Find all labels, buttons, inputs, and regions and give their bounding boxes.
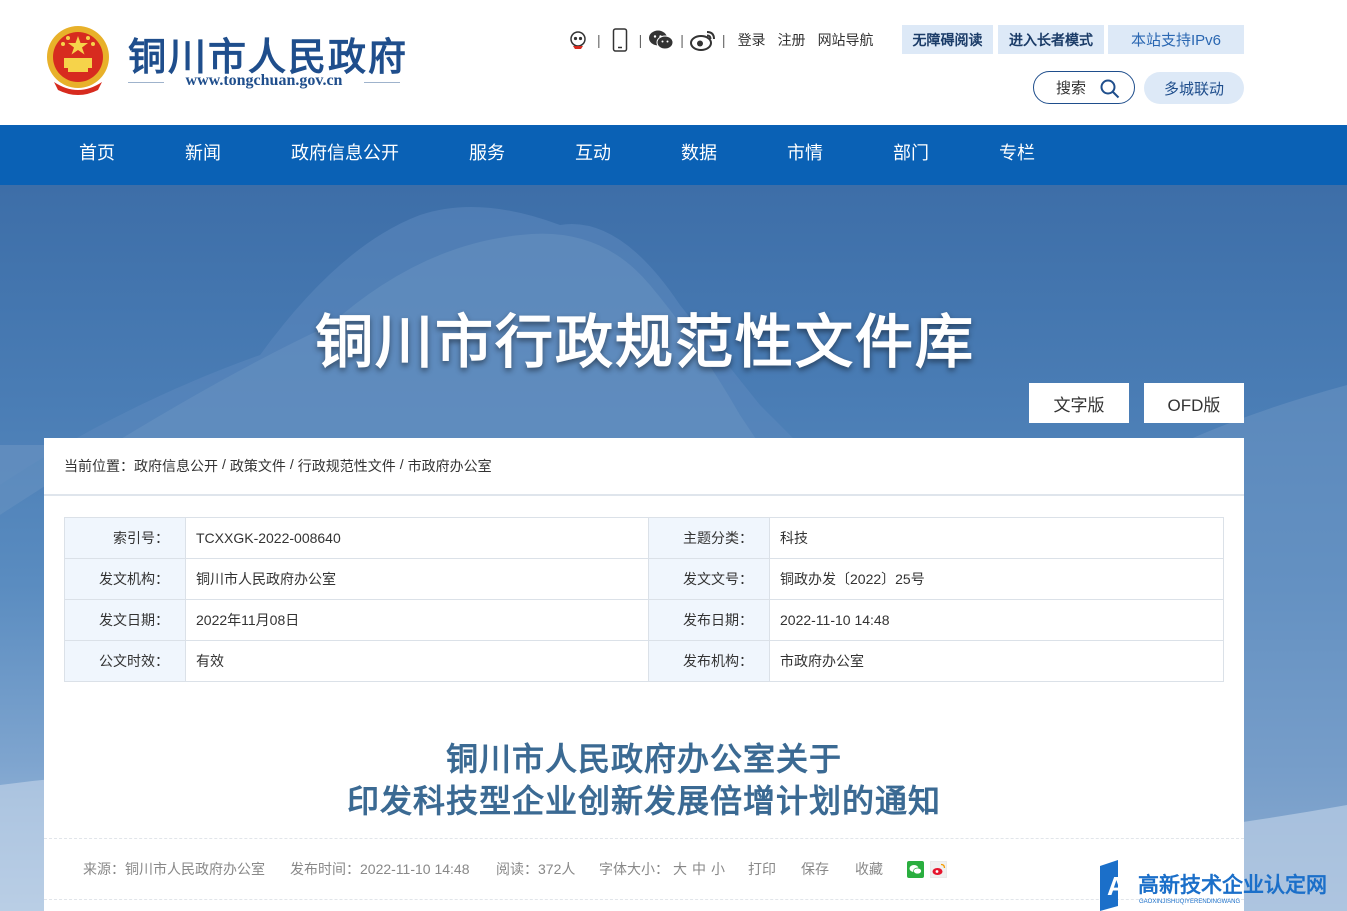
table-row: 发文机构： 铜川市人民政府办公室 发文文号： 铜政办发〔2022〕25号 (64, 558, 1224, 600)
meta-value: 2022年11月08日 (185, 599, 649, 641)
svg-text:A: A (1107, 871, 1126, 901)
top-link-bar: | | | | 登录 注册 网站导航 (565, 26, 880, 54)
nav-item-home[interactable]: 首页 (79, 125, 115, 185)
search-button[interactable]: 搜索 (1033, 71, 1135, 104)
watermark-subtext: GAOXINJISHUQIYERENDINGWANG (1139, 899, 1240, 905)
separator: | (721, 32, 726, 48)
nav-item-data[interactable]: 数据 (681, 125, 717, 185)
weibo-icon[interactable] (689, 27, 716, 53)
nav-item-interaction[interactable]: 互动 (575, 125, 611, 185)
publish-time: 发布时间：2022-11-10 14:48 (290, 861, 470, 877)
ipv6-badge: 本站支持IPv6 (1108, 25, 1244, 54)
breadcrumb-item[interactable]: 行政规范性文件 (298, 456, 396, 476)
meta-key: 发布日期： (648, 599, 770, 641)
separator: | (680, 32, 684, 48)
nav-item-departments[interactable]: 部门 (893, 125, 929, 185)
save-button[interactable]: 保存 (801, 859, 829, 879)
banner-title: 铜川市行政规范性文件库 (314, 310, 975, 375)
content-panel: 当前位置： 政府信息公开 / 政策文件 / 行政规范性文件 / 市政府办公室 索… (44, 438, 1244, 911)
main-nav: 首页 新闻 政府信息公开 服务 互动 数据 市情 部门 专栏 (0, 125, 1347, 185)
table-row: 索引号： TCXXGK-2022-008640 主题分类： 科技 (64, 517, 1224, 559)
font-large-button[interactable]: 大 (673, 859, 687, 879)
search-label: 搜索 (1056, 80, 1087, 97)
table-row: 发文日期： 2022年11月08日 发布日期： 2022-11-10 14:48 (64, 599, 1224, 641)
meta-value: 科技 (769, 517, 1224, 559)
nav-item-columns[interactable]: 专栏 (999, 125, 1035, 185)
site-header: 铜川市人民政府 www.tongchuan.gov.cn | | | | 登录 … (0, 0, 1347, 125)
validity-status: 有效 (185, 640, 649, 682)
watermark-logo: A 高新技术企业认定网 GAOXINJISHUQIYERENDINGWANG (1100, 860, 1327, 911)
font-small-button[interactable]: 小 (711, 859, 725, 879)
article-info-bar: 来源：铜川市人民政府办公室 发布时间：2022-11-10 14:48 阅读：3… (44, 838, 1244, 900)
meta-key: 发文日期： (64, 599, 186, 641)
breadcrumb-separator: / (399, 456, 404, 472)
login-link[interactable]: 登录 (738, 30, 766, 50)
meta-value: TCXXGK-2022-008640 (185, 517, 649, 559)
meta-value: 市政府办公室 (769, 640, 1224, 682)
document-title: 铜川市人民政府办公室关于 印发科技型企业创新发展倍增计划的通知 (44, 738, 1244, 822)
divider (364, 82, 400, 83)
meta-value: 铜川市人民政府办公室 (185, 558, 649, 600)
site-url: www.tongchuan.gov.cn (185, 72, 343, 89)
multi-city-button[interactable]: 多城联动 (1144, 72, 1244, 104)
meta-key: 公文时效： (64, 640, 186, 682)
mobile-icon[interactable] (607, 27, 633, 53)
meta-key: 索引号： (64, 517, 186, 559)
breadcrumb-divider (44, 494, 1244, 496)
register-link[interactable]: 注册 (778, 30, 806, 50)
nav-item-city-info[interactable]: 市情 (787, 125, 823, 185)
meta-key: 主题分类： (648, 517, 770, 559)
breadcrumb-separator: / (222, 456, 226, 472)
watermark-text: 高新技术企业认定网 (1138, 873, 1327, 897)
font-size-label: 字体大小： (599, 861, 669, 877)
text-version-button[interactable]: 文字版 (1029, 383, 1129, 423)
nav-item-services[interactable]: 服务 (469, 125, 505, 185)
breadcrumb-prefix: 当前位置： (64, 458, 134, 474)
meta-key: 发布机构： (648, 640, 770, 682)
print-button[interactable]: 打印 (748, 859, 776, 879)
table-row: 公文时效： 有效 发布机构： 市政府办公室 (64, 640, 1224, 682)
document-title-line: 铜川市人民政府办公室关于 (445, 741, 842, 777)
nav-item-news[interactable]: 新闻 (185, 125, 221, 185)
site-nav-link[interactable]: 网站导航 (818, 30, 874, 50)
ofd-version-button[interactable]: OFD版 (1144, 383, 1244, 423)
favorite-button[interactable]: 收藏 (855, 859, 883, 879)
separator: | (597, 32, 601, 48)
document-meta-table: 索引号： TCXXGK-2022-008640 主题分类： 科技 发文机构： 铜… (64, 517, 1224, 682)
weibo-share-icon[interactable] (930, 861, 947, 878)
meta-key: 发文文号： (648, 558, 770, 600)
breadcrumb-item[interactable]: 政策文件 (230, 456, 286, 476)
read-count: 阅读：372人 (496, 861, 576, 877)
source-text: 来源：铜川市人民政府办公室 (83, 861, 265, 877)
breadcrumb-item[interactable]: 政府信息公开 (134, 456, 218, 476)
meta-value: 2022-11-10 14:48 (769, 599, 1224, 641)
breadcrumb: 当前位置： 政府信息公开 / 政策文件 / 行政规范性文件 / 市政府办公室 (64, 456, 492, 476)
accessibility-button[interactable]: 无障碍阅读 (902, 25, 993, 54)
national-emblem-icon (47, 26, 109, 95)
font-medium-button[interactable]: 中 (692, 859, 706, 879)
elder-mode-button[interactable]: 进入长者模式 (998, 25, 1104, 54)
search-icon (1100, 79, 1120, 99)
document-title-line: 印发科技型企业创新发展倍增计划的通知 (346, 783, 941, 819)
breadcrumb-item[interactable]: 市政府办公室 (408, 456, 492, 476)
meta-value: 铜政办发〔2022〕25号 (769, 558, 1224, 600)
meta-key: 发文机构： (64, 558, 186, 600)
wechat-icon[interactable] (648, 27, 674, 53)
nav-item-gov-info[interactable]: 政府信息公开 (291, 125, 399, 185)
separator: | (638, 32, 643, 48)
breadcrumb-separator: / (289, 456, 294, 472)
site-url-row: www.tongchuan.gov.cn (128, 72, 400, 92)
robot-icon[interactable] (565, 27, 591, 53)
wechat-share-icon[interactable] (907, 861, 924, 878)
